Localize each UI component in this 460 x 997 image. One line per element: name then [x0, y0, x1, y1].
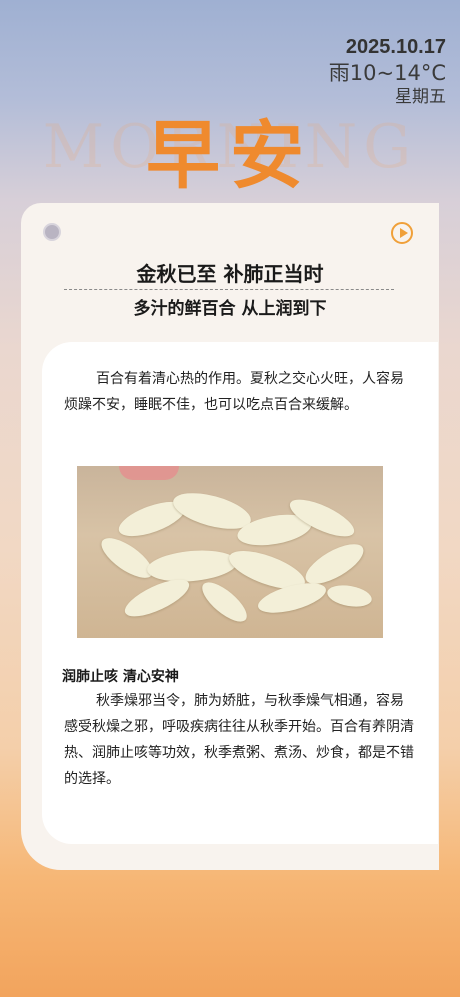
- headline: 金秋已至 补肺正当时: [136, 262, 324, 286]
- paragraph-intro: 百合有着清心热的作用。夏秋之交心火旺，人容易烦躁不安，睡眠不佳，也可以吃点百合来…: [64, 371, 404, 413]
- date-text: 2025.10.17: [345, 36, 446, 58]
- dashed-divider: [64, 289, 394, 290]
- card-dot-icon: [43, 223, 61, 241]
- weather-text: 雨10~14°C: [328, 61, 446, 85]
- play-circle-icon[interactable]: [391, 222, 413, 244]
- lily-bulb-photo: [77, 466, 383, 638]
- cup-shape: [119, 466, 179, 480]
- subheadline: 多汁的鲜百合 从上润到下: [133, 299, 327, 319]
- paragraph-body: 秋季燥邪当令，肺为娇脏，与秋季燥气相通，容易感受秋燥之邪，呼吸疾病往往从秋季开始…: [64, 693, 414, 787]
- greeting-title: 早安: [146, 113, 314, 199]
- section-title: 润肺止咳 清心安神: [62, 669, 179, 685]
